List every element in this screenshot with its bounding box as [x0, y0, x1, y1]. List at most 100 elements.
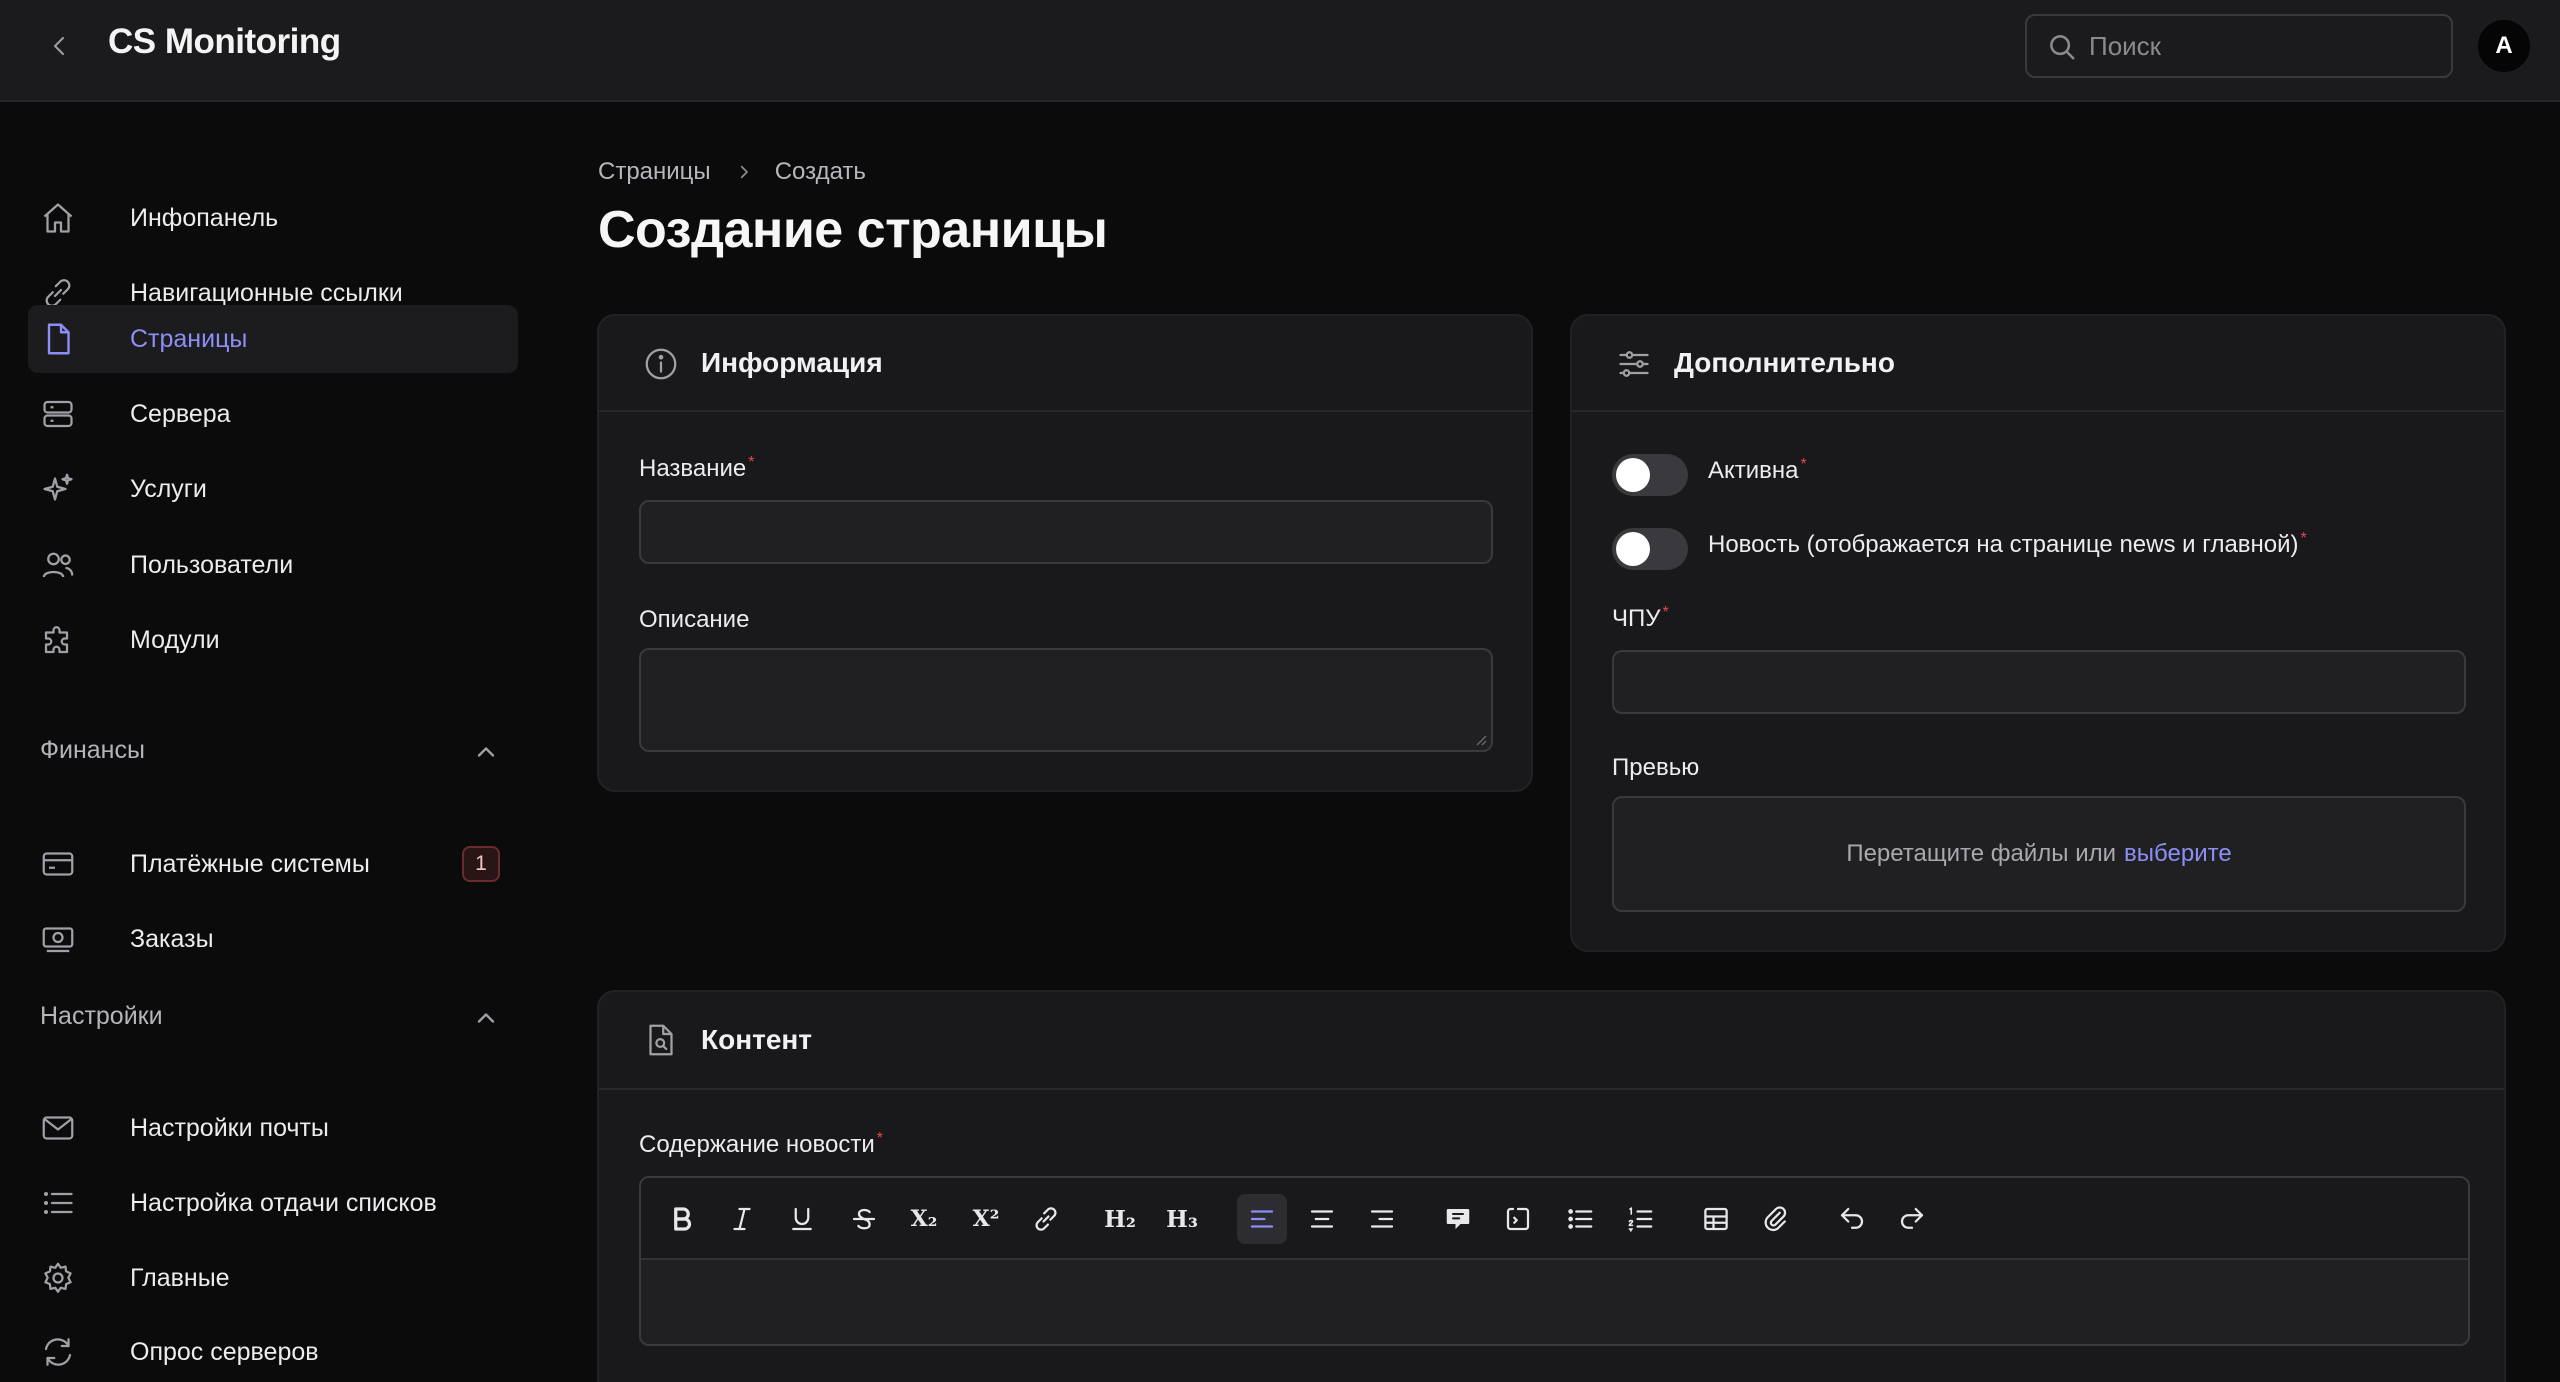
code-block-button[interactable] [1493, 1194, 1543, 1244]
breadcrumb-parent[interactable]: Страницы [598, 158, 711, 186]
align-center-button[interactable] [1297, 1194, 1347, 1244]
search-box[interactable] [2025, 14, 2453, 78]
italic-button[interactable] [717, 1194, 767, 1244]
ordered-list-icon [1628, 1207, 1653, 1232]
sidebar-item-services[interactable]: Услуги [28, 455, 518, 523]
bullet-list-icon [1568, 1209, 1593, 1229]
heading-2-button[interactable]: H₂ [1095, 1194, 1145, 1244]
credit-card-icon [42, 852, 74, 876]
preview-label: Превью [1612, 754, 1700, 781]
table-button[interactable] [1691, 1194, 1741, 1244]
gear-icon [44, 1262, 72, 1293]
sidebar-item-label: Услуги [130, 474, 207, 503]
sidebar-item-label: Инфопанель [130, 203, 279, 232]
sidebar-item-pages[interactable]: Страницы [28, 305, 518, 373]
sidebar-item-users[interactable]: Пользователи [28, 531, 518, 599]
search-input[interactable] [2089, 30, 2429, 62]
avatar[interactable]: A [2478, 20, 2530, 72]
undo-icon [1840, 1207, 1864, 1229]
puzzle-icon [44, 626, 69, 654]
superscript-button[interactable]: X² [961, 1194, 1011, 1244]
sidebar-item-servers[interactable]: Сервера [28, 380, 518, 448]
search-icon [2050, 35, 2075, 60]
dropzone-text: Перетащите файлы или [1846, 840, 2117, 867]
sidebar-group-settings[interactable]: Настройки [40, 1002, 163, 1031]
dropzone-browse-link[interactable]: выберите [2124, 840, 2232, 868]
attach-button[interactable] [1751, 1194, 1801, 1244]
content-card: Контент Содержание новости * X₂ X² H₂ H₃ [597, 990, 2506, 1382]
strikethrough-button[interactable] [839, 1194, 889, 1244]
info-card-title: Информация [701, 347, 883, 378]
undo-button[interactable] [1827, 1194, 1877, 1244]
subscript-button[interactable]: X₂ [899, 1194, 949, 1244]
name-label-text: Название [639, 455, 747, 482]
link-button[interactable] [1021, 1194, 1071, 1244]
sidebar-item-general[interactable]: Главные [28, 1244, 518, 1312]
chevron-up-icon[interactable] [472, 738, 500, 766]
preview-dropzone[interactable]: Перетащите файлы или выберите [1612, 796, 2466, 912]
list-icon [43, 1191, 73, 1215]
sidebar-item-dashboard[interactable]: Инфопанель [28, 184, 518, 252]
underline-icon [792, 1207, 812, 1231]
description-textarea[interactable] [639, 648, 1493, 752]
sidebar-item-label: Страницы [130, 324, 248, 353]
sidebar-item-label: Заказы [130, 924, 214, 953]
refresh-icon [44, 1338, 72, 1366]
active-label: Активна * [1708, 456, 1807, 485]
sidebar-item-label: Платёжные системы [130, 849, 370, 878]
underline-button[interactable] [777, 1194, 827, 1244]
breadcrumb: Страницы Создать [598, 158, 866, 186]
envelope-icon [42, 1116, 74, 1140]
name-label: Название * [639, 454, 754, 483]
content-card-title: Контент [701, 1024, 813, 1055]
required-marker: * [1662, 604, 1669, 621]
bullet-list-button[interactable] [1555, 1194, 1605, 1244]
sidebar-item-mail-settings[interactable]: Настройки почты [28, 1094, 518, 1162]
redo-button[interactable] [1887, 1194, 1937, 1244]
document-search-icon [649, 1024, 673, 1056]
sidebar-group-finance[interactable]: Финансы [40, 736, 145, 765]
home-icon [43, 203, 73, 233]
table-icon [1704, 1207, 1728, 1231]
sidebar-item-list-settings[interactable]: Настройка отдачи списков [28, 1169, 518, 1237]
required-marker: * [748, 454, 755, 471]
news-toggle[interactable] [1612, 528, 1688, 570]
align-right-icon [1370, 1210, 1394, 1228]
resize-grip-icon[interactable] [1473, 732, 1487, 746]
sidebar: Инфопанель Навигационные ссылки Страницы… [0, 104, 540, 1382]
page-title: Создание страницы [598, 201, 1108, 259]
sidebar-item-label: Настройка отдачи списков [130, 1188, 437, 1217]
align-left-icon [1250, 1210, 1274, 1228]
align-right-button[interactable] [1357, 1194, 1407, 1244]
back-button[interactable] [40, 26, 80, 66]
sliders-icon [1619, 351, 1649, 377]
required-marker: * [1800, 456, 1807, 473]
name-input[interactable] [639, 500, 1493, 564]
active-label-text: Активна [1708, 457, 1799, 484]
sidebar-item-modules[interactable]: Модули [28, 606, 518, 674]
blockquote-button[interactable] [1433, 1194, 1483, 1244]
chevron-right-icon [735, 163, 753, 181]
body-label: Содержание новости * [639, 1130, 883, 1159]
users-icon [42, 552, 74, 578]
heading-3-button[interactable]: H₃ [1157, 1194, 1207, 1244]
extra-card-header: Дополнительно [1572, 316, 2504, 412]
rich-text-editor[interactable]: X₂ X² H₂ H₃ [639, 1176, 2470, 1346]
sparkles-icon [43, 473, 73, 501]
slug-input[interactable] [1612, 650, 2466, 714]
chevron-up-icon[interactable] [472, 1004, 500, 1032]
extra-card: Дополнительно Активна * Новость (отобража… [1570, 314, 2506, 952]
align-center-icon [1310, 1210, 1334, 1228]
server-icon [43, 400, 73, 428]
bold-button[interactable] [657, 1194, 707, 1244]
sidebar-item-server-polling[interactable]: Опрос серверов [28, 1318, 518, 1382]
sidebar-item-payment-systems[interactable]: Платёжные системы 1 [28, 830, 518, 898]
sidebar-item-label: Опрос серверов [130, 1337, 319, 1366]
bold-icon [674, 1207, 692, 1231]
redo-icon [1900, 1207, 1924, 1229]
sidebar-item-orders[interactable]: Заказы [28, 905, 518, 973]
active-toggle[interactable] [1612, 454, 1688, 496]
paperclip-icon [1764, 1206, 1787, 1232]
ordered-list-button[interactable] [1615, 1194, 1665, 1244]
align-left-button[interactable] [1237, 1194, 1287, 1244]
